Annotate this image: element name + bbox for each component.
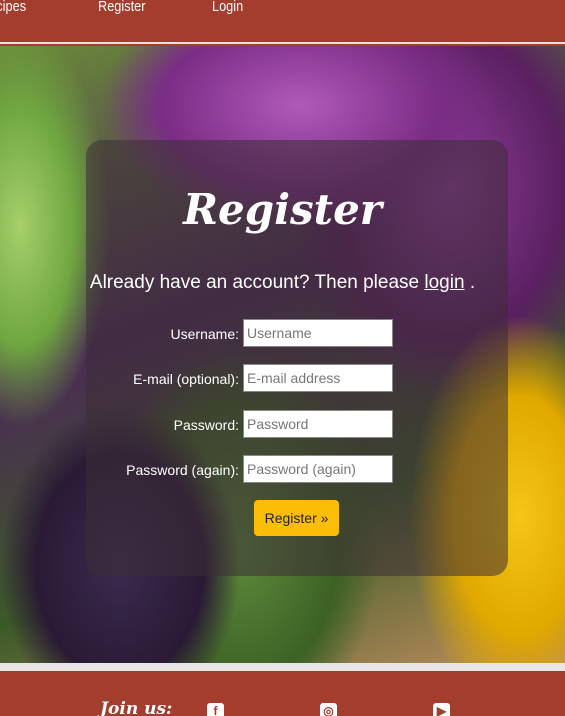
nav-register[interactable]: Register — [98, 0, 145, 15]
register-button[interactable]: Register » — [254, 500, 339, 536]
instagram-icon[interactable]: ◎ — [320, 703, 337, 716]
login-prompt: Already have an account? Then please log… — [0, 272, 565, 294]
password-again-label: Password (again): — [126, 462, 239, 478]
username-label: Username: — [170, 326, 239, 342]
youtube-icon[interactable]: ▶ — [433, 703, 450, 716]
password-input[interactable] — [243, 410, 393, 438]
email-label: E-mail (optional): — [133, 371, 239, 387]
page-title: Register — [183, 185, 382, 234]
password-label: Password: — [173, 417, 239, 433]
nav-recipes[interactable]: Recipes — [0, 0, 26, 15]
password-again-input[interactable] — [243, 455, 393, 483]
prompt-suffix: . — [469, 272, 476, 293]
navbar: Recipes Register Login — [0, 0, 565, 44]
join-us-label: Join us: — [100, 699, 173, 716]
facebook-icon[interactable]: f — [207, 703, 224, 716]
username-input[interactable] — [243, 319, 393, 347]
login-link[interactable]: login — [424, 272, 464, 293]
nav-login[interactable]: Login — [212, 0, 243, 15]
email-input[interactable] — [243, 364, 393, 392]
prompt-text: Already have an account? Then please — [89, 272, 420, 293]
footer: Join us: f ◎ ▶ — [0, 671, 565, 716]
